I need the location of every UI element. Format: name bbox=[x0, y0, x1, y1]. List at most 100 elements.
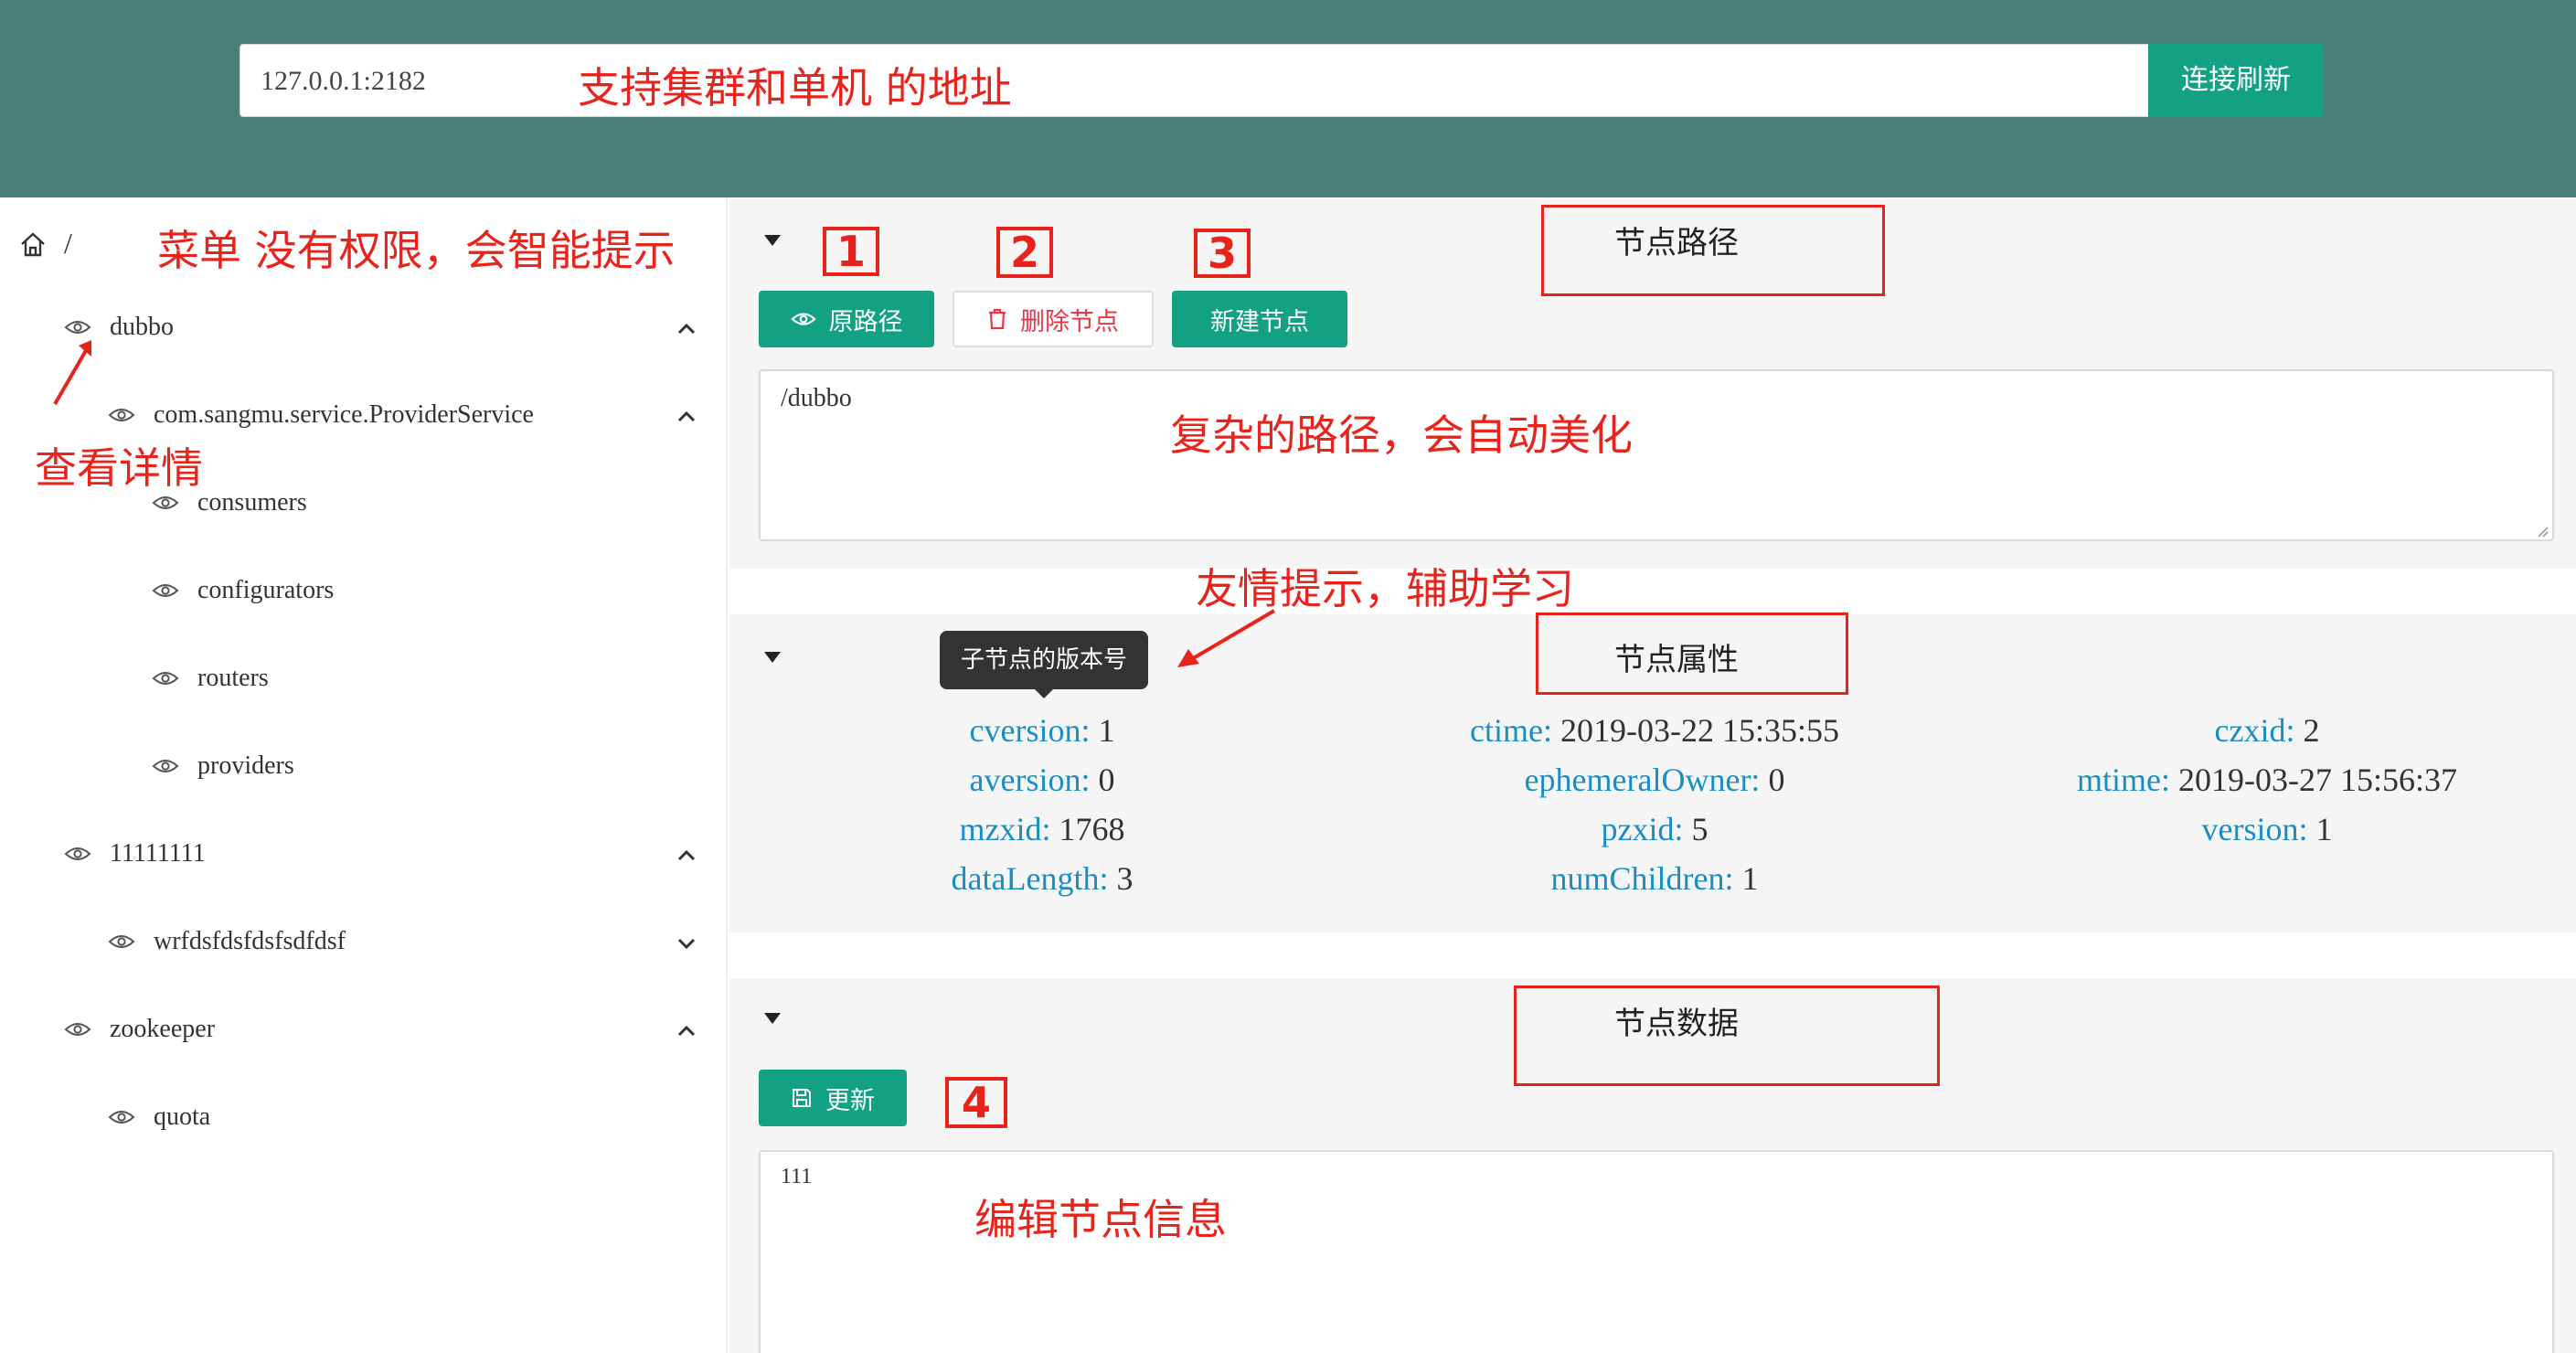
eye-icon[interactable] bbox=[108, 933, 135, 950]
property-key: mzxid: bbox=[959, 811, 1051, 847]
home-icon[interactable] bbox=[18, 230, 48, 258]
chevron-up-icon[interactable] bbox=[676, 1025, 697, 1038]
tree-node-label: zookeeper bbox=[110, 1015, 216, 1043]
property-value: 2 bbox=[2303, 712, 2320, 749]
tree-root-label: / bbox=[64, 227, 72, 260]
new-node-button[interactable]: 新建节点 bbox=[1172, 291, 1347, 347]
node-path-textarea[interactable]: /dubbo bbox=[759, 369, 2554, 541]
eye-icon[interactable] bbox=[152, 670, 179, 687]
property-value: 1 bbox=[1098, 712, 1115, 749]
eye-icon[interactable] bbox=[64, 1021, 91, 1038]
eye-icon[interactable] bbox=[64, 846, 91, 862]
edit-note: 编辑节点信息 bbox=[974, 1195, 1227, 1244]
property-key: aversion: bbox=[969, 762, 1091, 798]
tree-node-label: quota bbox=[154, 1103, 211, 1131]
resize-handle-icon[interactable] bbox=[2534, 523, 2549, 538]
tree-node[interactable]: quota bbox=[108, 1103, 210, 1132]
original-path-label: 原路径 bbox=[828, 307, 903, 336]
tree-node-label: com.sangmu.service.ProviderService bbox=[154, 400, 534, 429]
delete-node-label: 删除节点 bbox=[1020, 307, 1119, 336]
delete-node-button[interactable]: 删除节点 bbox=[953, 291, 1154, 347]
property-value: 0 bbox=[1768, 762, 1785, 798]
property-value: 1 bbox=[1741, 860, 1759, 897]
node-property: ctime: 2019-03-22 15:35:55 bbox=[1470, 711, 1839, 750]
property-value: 5 bbox=[1691, 811, 1708, 847]
node-property: mzxid: 1768 bbox=[960, 810, 1125, 848]
eye-icon[interactable] bbox=[152, 495, 179, 511]
eye-icon[interactable] bbox=[152, 582, 179, 599]
tree-node-label: 11111111 bbox=[110, 839, 206, 868]
property-key: mtime: bbox=[2077, 762, 2171, 798]
zk-address-input[interactable]: 127.0.0.1:2182 bbox=[240, 44, 2150, 117]
detail-note: 查看详情 bbox=[35, 443, 203, 493]
tree-node[interactable]: 11111111 bbox=[64, 839, 206, 868]
node-property: version: 1 bbox=[2202, 810, 2333, 848]
number-badge-1: 1 bbox=[823, 227, 879, 276]
save-icon bbox=[793, 1089, 811, 1107]
eye-icon[interactable] bbox=[152, 758, 179, 774]
property-value: 3 bbox=[1116, 860, 1134, 897]
number-badge-3: 3 bbox=[1194, 229, 1251, 278]
chevron-up-icon[interactable] bbox=[676, 323, 697, 336]
property-key: version: bbox=[2201, 811, 2308, 847]
property-key: dataLength: bbox=[951, 860, 1109, 897]
property-key: pzxid: bbox=[1601, 811, 1684, 847]
eye-icon[interactable] bbox=[108, 1109, 135, 1125]
original-path-button[interactable]: 原路径 bbox=[759, 291, 934, 347]
path-note: 复杂的路径，会自动美化 bbox=[1170, 410, 1633, 460]
props-panel-collapse-icon[interactable] bbox=[764, 652, 781, 663]
update-button[interactable]: 更新 bbox=[759, 1070, 907, 1126]
node-property: numChildren: 1 bbox=[1551, 859, 1759, 898]
eye-icon bbox=[790, 313, 816, 325]
tree-node[interactable]: com.sangmu.service.ProviderService bbox=[108, 400, 534, 430]
tree-node-label: dubbo bbox=[110, 313, 174, 341]
arrow-to-eye-icon bbox=[53, 340, 91, 406]
tree-node[interactable]: zookeeper bbox=[64, 1015, 215, 1044]
trash-icon bbox=[989, 308, 1006, 330]
path-panel-collapse-icon[interactable] bbox=[764, 235, 781, 246]
tree-node-label: providers bbox=[197, 751, 294, 780]
tree-node[interactable]: wrfdsfdsfdsfsdfdsf bbox=[108, 927, 346, 956]
property-value: 1 bbox=[2315, 811, 2333, 847]
node-property: mtime: 2019-03-27 15:56:37 bbox=[2077, 761, 2457, 799]
tree-node-label: routers bbox=[197, 664, 269, 692]
tree-root[interactable]: / bbox=[18, 227, 72, 261]
property-key: cversion: bbox=[969, 712, 1091, 749]
property-value: 0 bbox=[1098, 762, 1115, 798]
node-property: cversion: 1 bbox=[970, 711, 1115, 750]
data-panel-collapse-icon[interactable] bbox=[764, 1013, 781, 1024]
property-key: ctime: bbox=[1470, 712, 1552, 749]
address-note: 支持集群和单机 的地址 bbox=[578, 63, 1012, 112]
tree-node-label: configurators bbox=[197, 576, 335, 604]
tree-node-label: wrfdsfdsfdsfsdfdsf bbox=[154, 927, 346, 955]
tree-node[interactable]: providers bbox=[152, 751, 294, 781]
tree-node[interactable]: routers bbox=[152, 664, 269, 693]
tree-node[interactable]: configurators bbox=[152, 576, 334, 605]
node-data-textarea[interactable]: 111 bbox=[759, 1150, 2554, 1353]
data-callout-label: 节点数据 bbox=[1614, 1006, 1739, 1042]
arrow-to-tooltip-icon bbox=[1177, 609, 1276, 667]
update-label: 更新 bbox=[825, 1086, 875, 1115]
connect-refresh-button[interactable]: 连接刷新 bbox=[2148, 44, 2324, 117]
property-value: 1768 bbox=[1059, 811, 1125, 847]
node-property: czxid: 2 bbox=[2215, 711, 2320, 750]
new-node-label: 新建节点 bbox=[1210, 307, 1309, 336]
node-property: dataLength: 3 bbox=[952, 859, 1134, 898]
tree-node-label: consumers bbox=[197, 488, 307, 517]
eye-icon[interactable] bbox=[108, 407, 135, 423]
property-key: czxid: bbox=[2214, 712, 2295, 749]
path-callout-label: 节点路径 bbox=[1614, 225, 1739, 261]
number-badge-2: 2 bbox=[996, 227, 1053, 278]
chevron-up-icon[interactable] bbox=[676, 849, 697, 862]
chevron-down-icon[interactable] bbox=[676, 937, 697, 950]
number-badge-4: 4 bbox=[945, 1077, 1007, 1128]
property-value: 2019-03-27 15:56:37 bbox=[2178, 762, 2457, 798]
eye-icon[interactable] bbox=[64, 319, 91, 336]
node-property: aversion: 0 bbox=[970, 761, 1115, 799]
menu-note: 菜单 没有权限，会智能提示 bbox=[157, 226, 676, 275]
chevron-up-icon[interactable] bbox=[676, 410, 697, 423]
property-key: ephemeralOwner: bbox=[1524, 762, 1761, 798]
property-value: 2019-03-22 15:35:55 bbox=[1559, 712, 1839, 749]
node-property: pzxid: 5 bbox=[1602, 810, 1708, 848]
cversion-tooltip: 子节点的版本号 bbox=[940, 631, 1148, 698]
